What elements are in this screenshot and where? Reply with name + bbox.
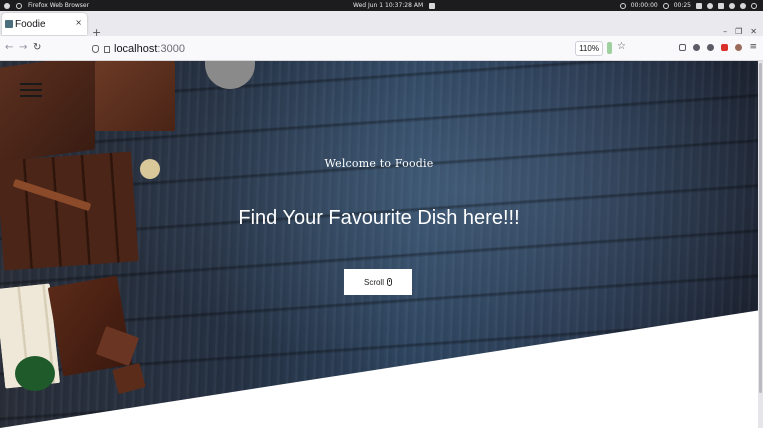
app-icon (16, 2, 22, 9)
url-text[interactable]: localhost:3000 (114, 43, 185, 55)
scroll-button[interactable]: Scroll (344, 269, 412, 295)
chocolate-bar-image (95, 61, 175, 131)
welcome-text: Welcome to Foodie (324, 157, 434, 170)
restore-button[interactable]: ❐ (735, 28, 742, 36)
reload-button[interactable]: ↻ (33, 43, 41, 53)
scroll-button-label: Scroll (363, 277, 384, 287)
timer-readout: 00:00:00 (630, 2, 658, 9)
calendar-icon[interactable] (696, 2, 702, 9)
tracking-shield-icon[interactable] (92, 45, 99, 53)
pocket-icon[interactable] (679, 44, 687, 51)
mouse-icon (387, 278, 392, 286)
page-info-icon[interactable] (104, 45, 110, 53)
tab-title: Foodie (15, 18, 46, 30)
minimize-button[interactable]: – (723, 28, 727, 36)
hamburger-menu-icon[interactable] (20, 83, 42, 99)
favicon-icon (5, 20, 13, 28)
apple-menu-icon[interactable] (4, 2, 10, 9)
extension-icon[interactable] (607, 42, 612, 54)
account-icon[interactable] (693, 44, 701, 51)
forward-button[interactable]: → (19, 43, 27, 53)
herb-image (15, 356, 55, 391)
page-scrollbar[interactable] (758, 61, 763, 428)
volume-icon[interactable] (740, 2, 746, 9)
app-menu-icon[interactable]: ≡ (749, 43, 757, 52)
clock: Wed Jun 1 10:37:28 AM (353, 2, 424, 9)
close-window-button[interactable]: ✕ (750, 28, 757, 36)
hero-section: Welcome to Foodie Find Your Favourite Di… (0, 61, 758, 428)
clipboard-icon[interactable] (718, 2, 724, 9)
stopwatch-readout: 00:25 (673, 2, 691, 9)
extension-puzzle-icon[interactable] (707, 44, 715, 51)
hero-headline: Find Your Favourite Dish here!!! (238, 207, 520, 229)
url-port: :3000 (157, 43, 185, 55)
addon-icon[interactable] (735, 44, 743, 51)
zoom-level-button[interactable]: 110% (575, 41, 603, 56)
adblock-shield-icon[interactable] (721, 44, 729, 51)
timer-icon (619, 2, 626, 9)
tab-close-icon[interactable]: × (75, 19, 82, 27)
tab-foodie[interactable]: Foodie × (2, 13, 87, 35)
stopwatch-icon (662, 2, 669, 9)
back-button[interactable]: ← (5, 43, 13, 53)
app-name: Firefox Web Browser (28, 2, 90, 9)
page-viewport: Welcome to Foodie Find Your Favourite Di… (0, 61, 763, 428)
check-icon[interactable] (707, 2, 713, 9)
chocolate-bar-image (0, 61, 95, 163)
tab-strip: Foodie × + – ❐ ✕ (0, 11, 763, 38)
url-host: localhost (114, 43, 158, 55)
url-bar[interactable]: localhost:3000 (88, 40, 628, 58)
nav-toolbar: ← → ↻ localhost:3000 110% ☆ ≡ (0, 36, 763, 61)
notification-icon[interactable] (429, 2, 436, 9)
wifi-icon[interactable] (729, 2, 735, 9)
bookmark-star-icon[interactable]: ☆ (617, 42, 626, 52)
power-icon[interactable] (751, 2, 757, 9)
scrollbar-thumb[interactable] (759, 63, 762, 393)
os-top-bar: Firefox Web Browser Wed Jun 1 10:37:28 A… (0, 0, 763, 11)
